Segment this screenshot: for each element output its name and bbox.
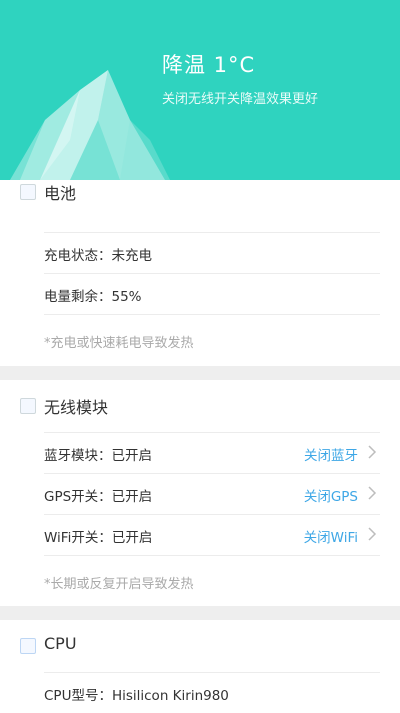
section-divider [0,366,400,380]
cpu-icon [20,638,36,654]
wireless-card-title: 无线模块 [44,398,109,417]
battery-note-text: *充电或快速耗电导致发热 [44,336,194,351]
cpu-card: CPU CPU型号：Hisilicon Kirin980 [0,620,400,711]
cpu-card-header: CPU [0,620,400,672]
close-wifi-button[interactable]: 关闭WiFi [304,526,358,546]
bluetooth-status-text: 蓝牙模块：已开启 [44,448,152,464]
chevron-right-icon [368,486,377,500]
battery-card: 电池 充电状态：未充电 电量剩余：55% *充电或快速耗电导致发热 [0,180,400,366]
section-divider [0,606,400,620]
bluetooth-row: 蓝牙模块：已开启 关闭蓝牙 [44,432,380,473]
charge-status-text: 充电状态：未充电 [44,248,152,264]
gps-row: GPS开关：已开启 关闭GPS [44,473,380,514]
cpu-model-text: CPU型号：Hisilicon Kirin980 [44,688,229,704]
battery-note: *充电或快速耗电导致发热 [44,314,380,367]
wireless-note: *长期或反复开启导致发热 [44,555,380,608]
wireless-card-header: 无线模块 [0,380,400,432]
gps-status-text: GPS开关：已开启 [44,489,153,505]
cpu-model-row: CPU型号：Hisilicon Kirin980 [44,672,380,713]
cpu-card-title: CPU [44,634,77,653]
cooling-title: 降温 1°C [162,53,256,77]
chevron-right-icon [368,445,377,459]
battery-card-header: 电池 [0,166,400,218]
battery-level-row: 电量剩余：55% [44,273,380,314]
battery-level-text: 电量剩余：55% [44,289,142,305]
battery-icon [20,184,36,200]
cooling-subtitle: 关闭无线开关降温效果更好 [162,92,319,107]
close-gps-button[interactable]: 关闭GPS [304,485,358,505]
cooling-header: 降温 1°C 关闭无线开关降温效果更好 [0,0,400,180]
chevron-right-icon [368,527,377,541]
charge-status-row: 充电状态：未充电 [44,232,380,273]
wireless-card: 无线模块 蓝牙模块：已开启 关闭蓝牙 GPS开关：已开启 关闭GPS WiFi开… [0,380,400,606]
battery-card-title: 电池 [44,184,77,203]
close-bluetooth-button[interactable]: 关闭蓝牙 [304,444,358,464]
wifi-status-text: WiFi开关：已开启 [44,530,153,546]
wifi-row: WiFi开关：已开启 关闭WiFi [44,514,380,555]
wireless-note-text: *长期或反复开启导致发热 [44,577,194,592]
wireless-icon [20,398,36,414]
